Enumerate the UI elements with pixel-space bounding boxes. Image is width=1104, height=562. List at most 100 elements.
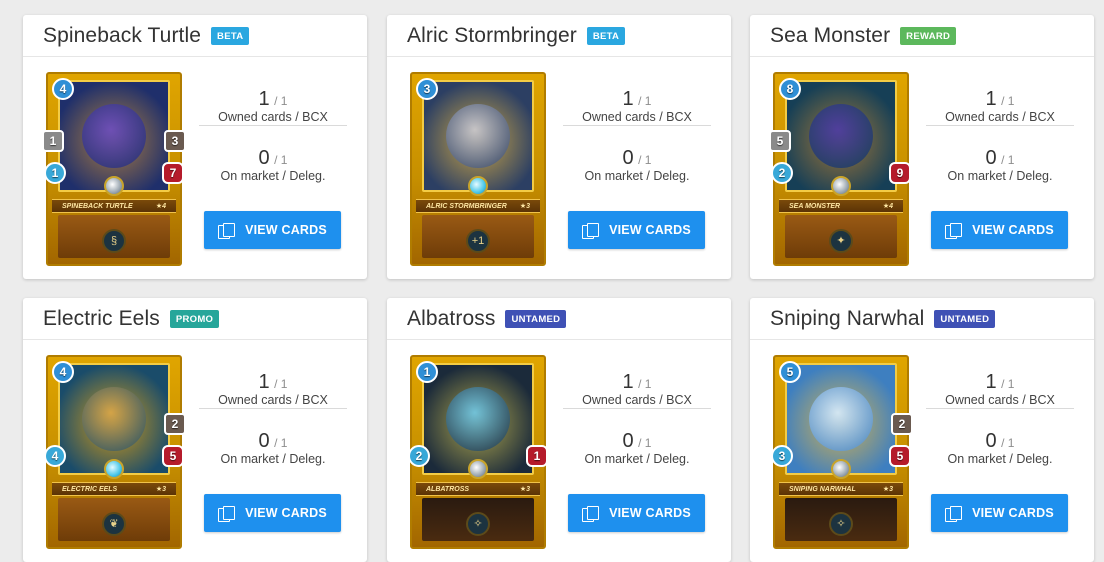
owned-block: 1 / 1 Owned cards / BCX: [199, 67, 347, 125]
health-stat: 7: [162, 162, 184, 184]
ranged-stat: 3: [164, 130, 186, 152]
owned-block: 1 / 1 Owned cards / BCX: [199, 350, 347, 408]
card-image[interactable]: 4 2 4 5 ELECTRIC EELS ★3 ❦: [44, 355, 186, 549]
view-cards-button[interactable]: VIEW CARDS: [931, 494, 1068, 532]
market-count: 0: [622, 147, 634, 169]
edition-badge: UNTAMED: [505, 309, 567, 328]
card-name-label: ALBATROSS: [426, 485, 470, 493]
card-name-label: ELECTRIC EELS: [62, 485, 118, 493]
view-cards-button[interactable]: VIEW CARDS: [568, 494, 705, 532]
card-image[interactable]: 5 2 3 5 SNIPING NARWHAL ★3 ✧: [771, 355, 913, 549]
market-count-line: 0 / 1: [926, 409, 1074, 451]
market-count: 0: [985, 147, 997, 169]
card-image[interactable]: 8 5 2 9 SEA MONSTER ★4 ✦: [769, 72, 911, 266]
owned-count: 1: [622, 371, 634, 393]
card-name-label: ALRIC STORMBRINGER: [426, 202, 507, 210]
mana-stat: 4: [52, 361, 74, 383]
edition-badge: BETA: [211, 26, 250, 45]
view-cards-label: VIEW CARDS: [609, 223, 691, 237]
speed-stat: 3: [771, 445, 793, 467]
market-total: / 1: [638, 436, 652, 450]
mana-stat: 5: [779, 361, 801, 383]
owned-total: / 1: [274, 94, 288, 108]
panel-header: Spineback Turtle BETA: [23, 15, 367, 57]
card-name-banner: SPINEBACK TURTLE ★4: [52, 199, 176, 213]
health-stat: 5: [889, 445, 911, 467]
card-image[interactable]: 4 1 3 1 7 SPINEBACK TURTLE ★4 §: [42, 72, 186, 266]
card-level-stars: ★4: [882, 203, 893, 210]
market-count: 0: [985, 430, 997, 452]
card-image[interactable]: 3 ALRIC STORMBRINGER ★3 +1: [410, 72, 546, 266]
card-title: Sea Monster: [770, 23, 891, 47]
ability-icon: ✧: [466, 512, 490, 536]
view-cards-label: VIEW CARDS: [609, 506, 691, 520]
view-cards-button[interactable]: VIEW CARDS: [931, 211, 1068, 249]
card-level-stars: ★3: [519, 486, 530, 493]
market-label: On market / Deleg.: [947, 169, 1053, 183]
market-count-line: 0 / 1: [926, 126, 1074, 168]
card-ability-area: §: [58, 215, 170, 258]
card-ability-area: ✧: [785, 498, 897, 541]
speed-stat: 2: [771, 162, 793, 184]
view-cards-label: VIEW CARDS: [245, 223, 327, 237]
owned-block: 1 / 1 Owned cards / BCX: [926, 67, 1074, 125]
cards-icon: [945, 223, 963, 239]
owned-count: 1: [258, 88, 270, 110]
market-label: On market / Deleg.: [947, 452, 1053, 466]
owned-count-line: 1 / 1: [563, 350, 711, 392]
panel-header: Sea Monster REWARD: [750, 15, 1094, 57]
owned-label: Owned cards / BCX: [582, 110, 692, 124]
creature-illustration: [808, 103, 874, 169]
owned-total: / 1: [274, 377, 288, 391]
creature-illustration: [81, 386, 147, 452]
ability-icon: ✦: [829, 229, 853, 253]
panel-header: Sniping Narwhal UNTAMED: [750, 298, 1094, 340]
creature-illustration: [81, 103, 147, 169]
owned-label: Owned cards / BCX: [218, 110, 328, 124]
market-block: 0 / 1 On market / Deleg.: [926, 126, 1074, 184]
melee-stat: 1: [42, 130, 64, 152]
market-count-line: 0 / 1: [199, 126, 347, 168]
owned-count-line: 1 / 1: [199, 67, 347, 109]
edition-badge: PROMO: [169, 309, 220, 328]
plus-magic-icon: +1: [466, 229, 490, 253]
cards-icon: [582, 506, 600, 522]
element-gem-icon: [468, 176, 488, 196]
market-label: On market / Deleg.: [584, 169, 690, 183]
card-name-banner: ALRIC STORMBRINGER ★3: [416, 199, 540, 213]
card-level-stars: ★4: [155, 203, 166, 210]
health-stat: 9: [889, 162, 911, 184]
view-cards-button[interactable]: VIEW CARDS: [204, 211, 341, 249]
card-name-banner: ELECTRIC EELS ★3: [52, 482, 176, 496]
market-count-line: 0 / 1: [563, 409, 711, 451]
mana-stat: 1: [416, 361, 438, 383]
cards-icon: [582, 223, 600, 239]
speed-stat: 2: [408, 445, 430, 467]
panel-header: Albatross UNTAMED: [387, 298, 731, 340]
panel-header: Alric Stormbringer BETA: [387, 15, 731, 57]
mana-stat: 3: [416, 78, 438, 100]
market-total: / 1: [274, 153, 288, 167]
card-level-stars: ★3: [155, 486, 166, 493]
ranged-stat: 2: [891, 413, 913, 435]
edition-badge: BETA: [586, 26, 626, 45]
view-cards-button[interactable]: VIEW CARDS: [568, 211, 705, 249]
owned-count: 1: [985, 88, 997, 110]
market-count: 0: [258, 147, 270, 169]
health-stat: 5: [162, 445, 184, 467]
card-image[interactable]: 1 2 1 ALBATROSS ★3 ✧: [408, 355, 548, 549]
market-label: On market / Deleg.: [584, 452, 690, 466]
card-panel: Albatross UNTAMED 1 2 1 ALBATROSS ★3 ✧ 1 / 1 Owne…: [387, 298, 731, 562]
melee-stat: 5: [769, 130, 791, 152]
view-cards-button[interactable]: VIEW CARDS: [204, 494, 341, 532]
owned-count: 1: [985, 371, 997, 393]
card-ability-area: +1: [422, 215, 534, 258]
owned-label: Owned cards / BCX: [945, 110, 1055, 124]
card-title: Alric Stormbringer: [407, 23, 577, 47]
card-stats-info: 1 / 1 Owned cards / BCX 0 / 1 On market / D…: [199, 350, 347, 467]
card-title: Electric Eels: [43, 306, 160, 330]
element-gem-icon: [831, 459, 851, 479]
owned-count: 1: [622, 88, 634, 110]
card-panel: Sea Monster REWARD 8 5 2 9 SEA MONSTER ★4 ✦ 1 / 1…: [750, 15, 1094, 279]
owned-count: 1: [258, 371, 270, 393]
